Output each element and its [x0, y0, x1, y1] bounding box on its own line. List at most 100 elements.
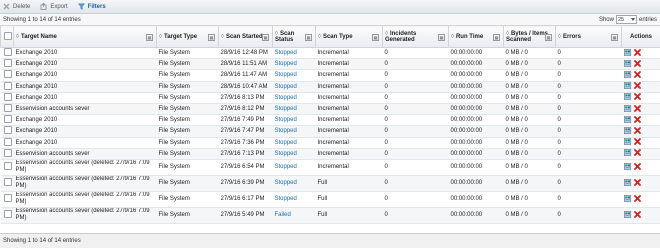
delete-x-icon[interactable]: [634, 60, 641, 69]
delete-x-icon[interactable]: [634, 71, 641, 80]
delete-x-icon[interactable]: [634, 49, 641, 58]
row-checkbox[interactable]: [4, 210, 12, 218]
edit-report-icon[interactable]: [624, 138, 632, 147]
row-checkbox[interactable]: [4, 178, 12, 186]
delete-x-icon[interactable]: [634, 116, 641, 125]
row-checkbox[interactable]: [4, 48, 12, 56]
column-header-scan-started[interactable]: ◊Scan Started▤: [219, 26, 273, 48]
column-menu-icon[interactable]: ▤: [208, 34, 215, 41]
table-row[interactable]: Essenvision accounts sever (deleted: 27/…: [1, 159, 660, 175]
export-button[interactable]: Export: [40, 3, 67, 10]
table-row[interactable]: Exchange 2010File System27/9/16 7:36 PMS…: [1, 137, 660, 148]
delete-x-icon[interactable]: [634, 82, 641, 91]
edit-report-icon[interactable]: [624, 60, 632, 69]
column-header-run-time[interactable]: ◊Run Time▤: [449, 26, 504, 48]
scan-status-link[interactable]: Stopped: [275, 106, 297, 112]
delete-x-icon[interactable]: [634, 127, 641, 136]
row-checkbox[interactable]: [4, 70, 12, 78]
edit-report-icon[interactable]: [624, 163, 632, 172]
table-footer: Showing 1 to 14 of 14 entries: [0, 233, 660, 248]
column-menu-icon[interactable]: ▤: [262, 34, 269, 41]
edit-report-icon[interactable]: [624, 195, 632, 204]
target-name-cell: Exchange 2010: [14, 137, 157, 148]
table-row[interactable]: Essenvision accounts sever (deleted: 27/…: [1, 191, 660, 207]
page-size-value: 25: [618, 17, 624, 23]
column-menu-icon[interactable]: ▤: [438, 34, 445, 41]
edit-report-icon[interactable]: [624, 116, 632, 125]
scan-type-cell: Incremental: [316, 137, 383, 148]
row-checkbox[interactable]: [4, 104, 12, 112]
column-menu-icon[interactable]: ▤: [611, 34, 618, 41]
delete-x-icon[interactable]: [634, 179, 641, 188]
scan-status-link[interactable]: Stopped: [275, 151, 297, 157]
column-menu-icon[interactable]: ▤: [305, 34, 312, 41]
incidents-cell: 0: [383, 137, 449, 148]
table-row[interactable]: Essenvision accounts sever (deleted: 27/…: [1, 175, 660, 191]
edit-report-icon[interactable]: [624, 71, 632, 80]
column-menu-icon[interactable]: ▤: [372, 34, 379, 41]
row-checkbox[interactable]: [4, 194, 12, 202]
table-row[interactable]: Exchange 2010File System28/9/16 12:48 PM…: [1, 48, 660, 59]
select-all-checkbox[interactable]: [4, 32, 12, 40]
delete-button[interactable]: Delete: [3, 3, 30, 10]
scan-status-link[interactable]: Stopped: [275, 72, 297, 78]
errors-cell: 0: [556, 191, 622, 207]
filters-button[interactable]: Filters: [78, 3, 106, 10]
table-row[interactable]: Exchange 2010File System28/9/16 11:51 AM…: [1, 59, 660, 70]
scan-status-link[interactable]: Stopped: [275, 84, 297, 90]
table-row[interactable]: Exchange 2010File System28/9/16 10:47 AM…: [1, 81, 660, 92]
table-body: Exchange 2010File System28/9/16 12:48 PM…: [1, 48, 660, 224]
scan-status-link[interactable]: Stopped: [275, 117, 297, 123]
column-header-target-type[interactable]: ◊Target Type▤: [157, 26, 219, 48]
scan-status-link[interactable]: Stopped: [275, 196, 297, 202]
edit-report-icon[interactable]: [624, 93, 632, 102]
delete-x-icon[interactable]: [634, 138, 641, 147]
row-checkbox[interactable]: [4, 82, 12, 90]
scan-status-link[interactable]: Stopped: [275, 164, 297, 170]
delete-x-icon[interactable]: [634, 195, 641, 204]
edit-report-icon[interactable]: [624, 105, 632, 114]
column-header-target-name[interactable]: ◊Target Name▤: [14, 26, 157, 48]
row-checkbox[interactable]: [4, 93, 12, 101]
edit-report-icon[interactable]: [624, 149, 632, 158]
edit-report-icon[interactable]: [624, 179, 632, 188]
column-header-scan-status[interactable]: ◊Scan Status▤: [273, 26, 316, 48]
edit-report-icon[interactable]: [624, 82, 632, 91]
column-header-incidents-generated[interactable]: ◊Incidents Generated▤: [383, 26, 449, 48]
delete-x-icon[interactable]: [634, 105, 641, 114]
scan-status-link[interactable]: Failed: [275, 212, 291, 218]
edit-report-icon[interactable]: [624, 127, 632, 136]
edit-report-icon[interactable]: [624, 49, 632, 58]
row-checkbox[interactable]: [4, 126, 12, 134]
scan-status-link[interactable]: Stopped: [275, 128, 297, 134]
scan-status-link[interactable]: Stopped: [275, 50, 297, 56]
delete-x-icon[interactable]: [634, 149, 641, 158]
scan-status-link[interactable]: Stopped: [275, 140, 297, 146]
scan-status-link[interactable]: Stopped: [275, 180, 297, 186]
row-checkbox[interactable]: [4, 138, 12, 146]
table-row[interactable]: Exchange 2010File System27/9/16 7:49 PMS…: [1, 115, 660, 126]
table-row[interactable]: Exchange 2010File System28/9/16 11:47 AM…: [1, 70, 660, 81]
column-header-scan-type[interactable]: ◊Scan Type▤: [316, 26, 383, 48]
row-checkbox[interactable]: [4, 115, 12, 123]
column-menu-icon[interactable]: ▤: [493, 34, 500, 41]
table-row[interactable]: Exchange 2010File System27/9/16 7:47 PMS…: [1, 126, 660, 137]
delete-x-icon[interactable]: [634, 93, 641, 102]
row-checkbox[interactable]: [4, 162, 12, 170]
row-checkbox[interactable]: [4, 59, 12, 67]
column-menu-icon[interactable]: ▤: [146, 34, 153, 41]
column-header-errors[interactable]: ◊Errors▤: [556, 26, 622, 48]
column-menu-icon[interactable]: ▤: [545, 34, 552, 41]
edit-report-icon[interactable]: [624, 211, 632, 220]
table-row[interactable]: Exchange 2010File System27/9/16 8:13 PMS…: [1, 92, 660, 103]
page-size-select[interactable]: 25: [616, 15, 637, 24]
scan-status-link[interactable]: Stopped: [275, 95, 297, 101]
scan-status-link[interactable]: Stopped: [275, 61, 297, 67]
column-header-bytes-items-scanned[interactable]: ◊Bytes / Items Scanned▤: [504, 26, 556, 48]
row-checkbox[interactable]: [4, 149, 12, 157]
delete-x-icon[interactable]: [634, 163, 641, 172]
table-row[interactable]: Essenvision accounts sever (deleted: 27/…: [1, 207, 660, 223]
delete-x-icon[interactable]: [634, 211, 641, 220]
table-row[interactable]: Essenvision accounts severFile System27/…: [1, 103, 660, 114]
table-row[interactable]: Essenvision accounts severFile System27/…: [1, 148, 660, 159]
